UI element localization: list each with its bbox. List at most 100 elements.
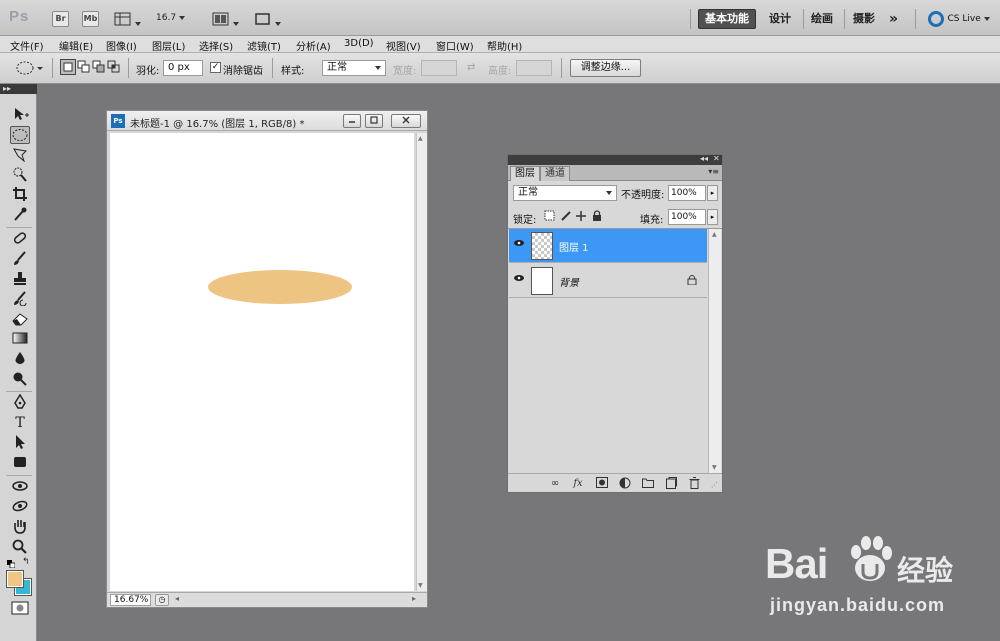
link-layers-icon[interactable]: ∞ [548,477,562,490]
launch-minibridge-button[interactable]: Mb [82,11,99,27]
scroll-down-icon[interactable]: ▼ [712,464,717,471]
eraser-tool[interactable] [10,310,30,328]
layer-name[interactable]: 背景 [559,274,579,289]
menu-edit[interactable]: 编辑(E) [59,38,93,53]
opacity-input[interactable]: 100% [668,185,706,201]
lock-pixels-icon[interactable] [560,210,572,222]
swap-colors-icon[interactable]: ↰ [22,557,30,567]
type-tool[interactable]: T [10,414,30,432]
document-title-bar[interactable]: Ps 未标题-1 @ 16.7% (图层 1, RGB/8) * [107,111,427,131]
foreground-color-swatch[interactable] [6,570,24,588]
scroll-up-icon[interactable]: ▲ [712,231,717,238]
launch-bridge-button[interactable]: Br [52,11,69,27]
layer-style-fx-icon[interactable]: fx [571,477,585,490]
menu-image[interactable]: 图像(I) [106,38,137,53]
scroll-right-icon[interactable]: ▸ [412,594,416,603]
workspace-essentials-button[interactable]: 基本功能 [698,9,756,29]
menu-window[interactable]: 窗口(W) [436,38,474,53]
collapse-panel-icon[interactable]: ◂◂ [700,154,708,163]
menu-select[interactable]: 选择(S) [199,38,233,53]
workspace-photography-button[interactable]: 摄影 [847,9,881,29]
fill-slider-button[interactable]: ▸ [707,209,718,225]
resize-grip-icon[interactable]: ⋰ [711,481,718,489]
layers-panel-header[interactable]: ◂◂ ✕ [508,154,722,165]
quick-selection-tool[interactable] [10,166,30,184]
spot-healing-tool[interactable] [10,230,30,248]
menu-file[interactable]: 文件(F) [10,38,44,53]
opacity-slider-button[interactable]: ▸ [707,185,718,201]
new-layer-icon[interactable] [664,477,678,490]
path-selection-tool[interactable] [10,434,30,452]
tab-channels[interactable]: 通道 [540,166,570,181]
lock-position-icon[interactable] [575,210,587,222]
vertical-scrollbar[interactable]: ▲ ▼ [416,133,427,591]
blend-mode-select[interactable]: 正常 [513,185,617,201]
rectangle-tool[interactable] [10,454,30,472]
layers-scrollbar[interactable]: ▲ ▼ [708,229,721,473]
tool-preset-picker[interactable] [14,59,44,80]
eyedropper-tool[interactable] [10,206,30,224]
restore-button[interactable] [365,114,383,128]
scroll-left-icon[interactable]: ◂ [175,594,179,603]
subtract-from-selection-button[interactable] [92,59,106,78]
status-info-button[interactable]: ◷ [155,594,169,606]
crop-tool[interactable] [10,186,30,204]
new-group-folder-icon[interactable] [641,477,655,490]
arrange-documents-dropdown[interactable] [212,11,239,30]
zoom-level-dropdown[interactable]: 16.7 [156,13,196,23]
add-to-selection-button[interactable] [77,59,91,78]
menu-view[interactable]: 视图(V) [386,38,421,53]
lasso-tool[interactable] [10,146,30,164]
lock-transparency-icon[interactable] [544,210,556,222]
tab-layers[interactable]: 图层 [510,166,540,181]
fill-input[interactable]: 100% [668,209,706,225]
anti-alias-checkbox[interactable]: ✓ [210,62,221,73]
blur-tool[interactable] [10,350,30,368]
3d-orbit-tool[interactable] [10,498,30,516]
elliptical-marquee-tool[interactable] [10,126,30,144]
zoom-status-field[interactable]: 16.67% [110,594,151,606]
pen-tool[interactable] [10,393,30,412]
minimize-button[interactable] [343,114,361,128]
document-canvas[interactable] [110,133,414,591]
scroll-up-icon[interactable]: ▲ [418,135,423,142]
add-mask-icon[interactable] [595,477,609,490]
quick-mask-button[interactable] [11,601,29,618]
tools-panel-grip[interactable]: ▸▸ [0,84,37,94]
visibility-eye-icon[interactable] [512,273,526,287]
move-tool[interactable] [10,106,30,124]
visibility-eye-icon[interactable] [512,238,526,252]
hand-tool[interactable] [10,518,30,536]
gradient-tool[interactable] [10,330,30,348]
feather-input[interactable]: 0 px [163,60,203,76]
delete-layer-trash-icon[interactable] [687,477,701,490]
new-selection-button[interactable] [60,59,76,75]
more-workspaces-button[interactable]: » [883,9,904,29]
layer-row-layer1[interactable]: 图层 1 [509,229,707,263]
3d-rotate-tool[interactable] [10,478,30,496]
menu-analysis[interactable]: 分析(A) [296,38,331,53]
view-extras-dropdown[interactable] [114,11,141,30]
screen-mode-dropdown[interactable] [254,11,281,30]
close-panel-icon[interactable]: ✕ [713,154,720,163]
intersect-selection-button[interactable] [107,59,121,78]
refine-edge-button[interactable]: 调整边缘... [570,59,641,77]
menu-filter[interactable]: 滤镜(T) [247,38,281,53]
layer-row-background[interactable]: 背景 [509,264,707,298]
lock-all-icon[interactable] [591,210,603,222]
close-button[interactable] [391,114,421,128]
workspace-painting-button[interactable]: 绘画 [805,9,839,29]
dodge-tool[interactable] [10,370,30,388]
menu-3d[interactable]: 3D(D) [344,38,374,49]
brush-tool[interactable] [10,250,30,268]
workspace-design-button[interactable]: 设计 [763,9,797,29]
menu-help[interactable]: 帮助(H) [487,38,522,53]
clone-stamp-tool[interactable] [10,270,30,288]
layer-name[interactable]: 图层 1 [559,239,589,254]
cs-live-button[interactable]: CS Live [928,11,990,27]
panel-menu-icon[interactable]: ▾≡ [708,167,719,176]
zoom-tool[interactable] [10,538,30,556]
history-brush-tool[interactable] [10,290,30,308]
style-select[interactable]: 正常 [322,60,386,76]
scroll-down-icon[interactable]: ▼ [418,582,423,589]
